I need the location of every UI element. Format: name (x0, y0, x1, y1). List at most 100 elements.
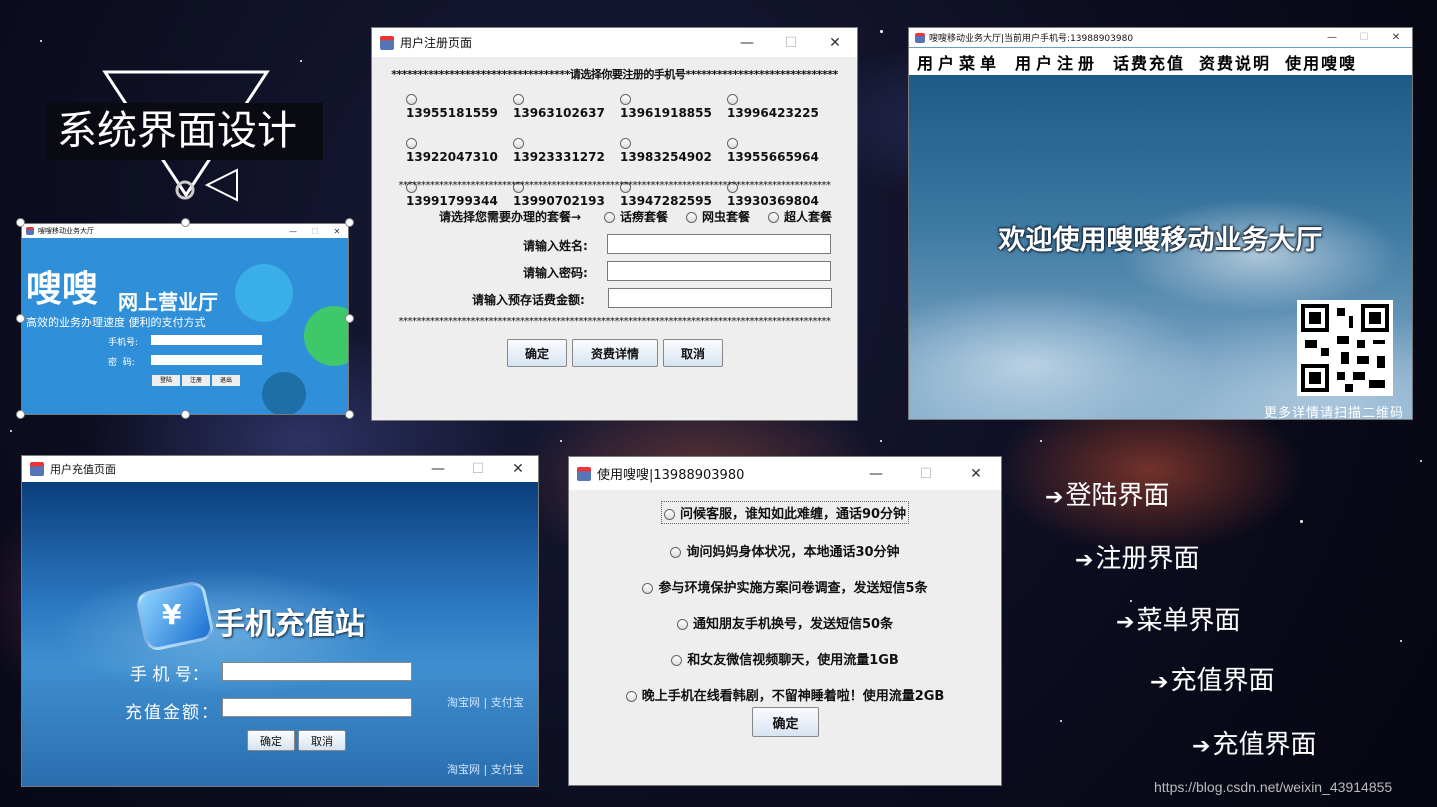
number-option[interactable]: 13996423225 (727, 92, 834, 120)
tariff-details-button[interactable]: 资费详情 (572, 339, 658, 367)
maximize-button[interactable]: ☐ (769, 35, 813, 51)
usage-options: 问候客服，谁知如此难缠，通话90分钟 询问妈妈身体状况，本地通话30分钟 参与环… (569, 501, 1001, 704)
usage-option-4[interactable]: 通知朋友手机换号，发送短信50条 (676, 613, 893, 632)
close-button[interactable]: ✕ (951, 466, 1001, 482)
use-window: 使用嗖嗖|13988903980 — ☐ ✕ 问候客服，谁知如此难缠，通话90分… (568, 456, 1002, 786)
number-option[interactable]: 13923331272 (513, 136, 620, 164)
usage-option-3[interactable]: 参与环境保护实施方案问卷调查，发送短信5条 (642, 577, 928, 596)
legend-item-recharge: ➔充值界面 (1150, 666, 1275, 696)
login-brand-sub: 网上营业厅 (118, 290, 218, 314)
recharge-phone-label: 手 机 号： (130, 665, 209, 685)
number-option[interactable]: 13961918855 (620, 92, 727, 120)
login-button[interactable]: 登陆 (152, 375, 180, 386)
bag-icon (235, 264, 293, 322)
use-title: 使用嗖嗖|13988903980 (597, 468, 745, 483)
close-button[interactable]: ✕ (813, 35, 857, 51)
register-button[interactable]: 注册 (182, 375, 210, 386)
name-input[interactable] (607, 234, 831, 254)
register-header: **********************************请选择你要注… (391, 68, 838, 81)
recharge-window: 用户充值页面 — ☐ ✕ ¥ 手机充值站 手 机 号： 充值金额： 淘宝网 | … (21, 455, 539, 787)
arrow-right-icon: ➔ (1075, 548, 1094, 573)
partners-text-bottom: 淘宝网 | 支付宝 (447, 763, 524, 776)
menu-bar: 用户菜单 用户注册 话费充值 资费说明 使用嗖嗖 (909, 48, 1412, 75)
welcome-banner: 欢迎使用嗖嗖移动业务大厅 (998, 225, 1323, 256)
minimize-button[interactable]: — (725, 35, 769, 51)
password-label: 请输入密码: (523, 266, 588, 280)
arrow-right-icon: ➔ (1192, 734, 1211, 759)
usage-option-5[interactable]: 和女友微信视频聊天，使用流量1GB (671, 649, 899, 668)
arrow-right-icon: ➔ (1116, 610, 1135, 635)
qr-code-icon (1297, 300, 1393, 396)
menu-window: 嗖嗖移动业务大厅|当前用户手机号:13988903980 — ☐ ✕ 用户菜单 … (908, 27, 1413, 420)
minimize-button[interactable]: — (418, 461, 458, 477)
name-label: 请输入姓名: (523, 239, 588, 253)
number-option[interactable]: 13983254902 (620, 136, 727, 164)
menu-item-register[interactable]: 用户注册 (1015, 50, 1099, 74)
login-password-label: 密 码: (108, 358, 135, 368)
arrow-right-icon: ➔ (1150, 670, 1169, 695)
close-button[interactable]: ✕ (1380, 32, 1412, 43)
slide-title: 系统界面设计 (47, 103, 323, 160)
number-option[interactable]: 13922047310 (406, 136, 513, 164)
menu-title: 嗖嗖移动业务大厅|当前用户手机号:13988903980 (929, 34, 1134, 44)
minimize-button[interactable]: — (282, 227, 304, 236)
minimize-button[interactable]: — (1316, 32, 1348, 43)
usage-option-1[interactable]: 问候客服，谁知如此难缠，通话90分钟 (660, 501, 910, 524)
number-option[interactable]: 13955665964 (727, 136, 834, 164)
login-window: 嗖嗖移动业务大厅 — ☐ ✕ 嗖嗖 网上营业厅 高效的业务办理速度 便利的支付方… (21, 223, 349, 415)
legend-item-register: ➔注册界面 (1075, 544, 1200, 574)
recharge-phone-input[interactable] (222, 662, 412, 681)
minimize-button[interactable]: — (851, 466, 901, 482)
login-phone-input[interactable] (151, 335, 262, 345)
maximize-button[interactable]: ☐ (458, 461, 498, 477)
login-slogan: 高效的业务办理速度 便利的支付方式 (26, 316, 206, 329)
number-option[interactable]: 13963102637 (513, 92, 620, 120)
menu-item-recharge[interactable]: 话费充值 (1113, 50, 1185, 74)
maximize-button[interactable]: ☐ (1348, 32, 1380, 43)
menu-titlebar: 嗖嗖移动业务大厅|当前用户手机号:13988903980 — ☐ ✕ (909, 28, 1412, 47)
usage-option-2[interactable]: 询问妈妈身体状况，本地通话30分钟 (670, 541, 900, 560)
register-title: 用户注册页面 (400, 36, 473, 50)
confirm-button[interactable]: 确定 (507, 339, 567, 367)
menu-item-user-menu[interactable]: 用户菜单 (917, 50, 1001, 74)
deposit-input[interactable] (608, 288, 832, 308)
java-icon (30, 462, 44, 476)
java-icon (577, 466, 591, 481)
login-password-input[interactable] (151, 355, 262, 365)
legend-item-recharge-2: ➔充值界面 (1192, 730, 1317, 760)
recharge-cancel-button[interactable]: 取消 (298, 730, 346, 751)
recharge-amount-input[interactable] (222, 698, 412, 717)
close-button[interactable]: ✕ (498, 461, 538, 477)
plan-option-super[interactable]: 超人套餐 (768, 208, 832, 225)
cancel-button[interactable]: 取消 (663, 339, 723, 367)
search-doc-icon (262, 372, 306, 414)
java-icon (26, 227, 34, 235)
recharge-titlebar: 用户充值页面 — ☐ ✕ (22, 456, 538, 482)
qr-caption: 更多详情请扫描二维码 (1263, 406, 1404, 420)
plan-option-net[interactable]: 网虫套餐 (686, 208, 750, 225)
recharge-confirm-button[interactable]: 确定 (247, 730, 295, 751)
java-icon (915, 32, 925, 43)
partners-text: 淘宝网 | 支付宝 (447, 696, 524, 709)
register-titlebar: 用户注册页面 — ☐ ✕ (372, 28, 857, 57)
plan-option-chat[interactable]: 话痨套餐 (604, 208, 668, 225)
use-confirm-button[interactable]: 确定 (752, 707, 819, 737)
plan-label: 请选择您需要办理的套餐→ (439, 210, 582, 224)
menu-item-use[interactable]: 使用嗖嗖 (1285, 50, 1357, 74)
maximize-button[interactable]: ☐ (901, 466, 951, 482)
password-input[interactable] (607, 261, 831, 281)
usage-option-6[interactable]: 晚上手机在线看韩剧，不留神睡着啦！使用流量2GB (625, 685, 944, 704)
exit-button[interactable]: 退出 (212, 375, 240, 386)
legend-item-login: ➔登陆界面 (1045, 481, 1170, 511)
watermark: https://blog.csdn.net/weixin_43914855 (1154, 779, 1393, 795)
maximize-button[interactable]: ☐ (304, 227, 326, 236)
number-option[interactable]: 13955181559 (406, 92, 513, 120)
separator-top: ****************************************… (398, 180, 832, 191)
close-button[interactable]: ✕ (326, 227, 348, 236)
deposit-label: 请输入预存话费金额: (472, 293, 585, 307)
menu-item-tariff[interactable]: 资费说明 (1199, 50, 1271, 74)
login-phone-label: 手机号: (108, 338, 139, 348)
register-window: 用户注册页面 — ☐ ✕ ***************************… (371, 27, 858, 421)
legend-item-menu: ➔菜单界面 (1116, 606, 1241, 636)
login-brand: 嗖嗖 (26, 269, 99, 310)
